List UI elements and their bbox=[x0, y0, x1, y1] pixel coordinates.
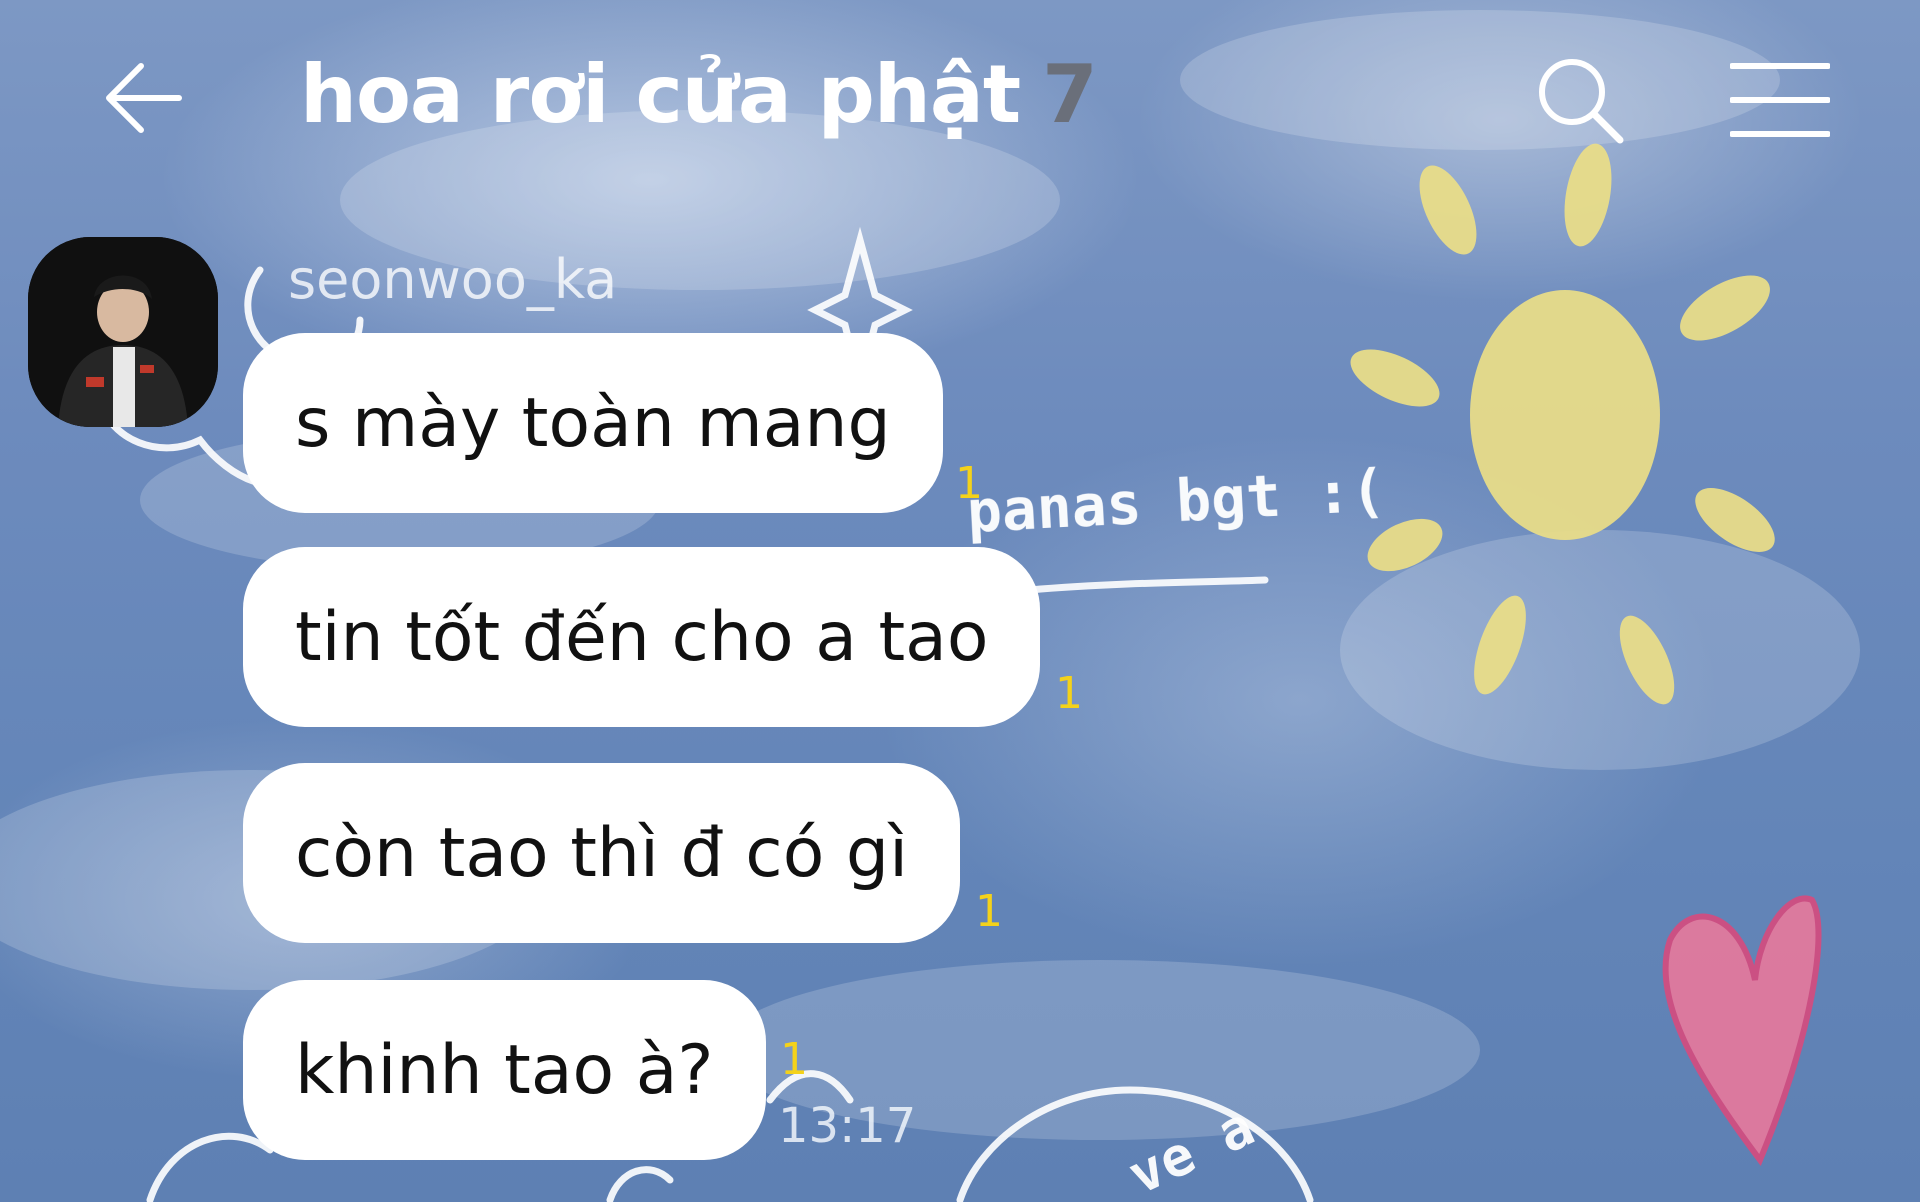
unread-count: 1 bbox=[975, 886, 1003, 937]
hamburger-menu-icon bbox=[1730, 63, 1830, 137]
unread-count: 1 bbox=[1055, 668, 1083, 719]
chat-name: hoa rơi cửa phật bbox=[300, 48, 1021, 141]
message-text: còn tao thì đ có gì bbox=[295, 813, 908, 893]
message-timestamp: 13:17 bbox=[778, 1098, 917, 1154]
message-bubble[interactable]: s mày toàn mang bbox=[243, 333, 943, 513]
message-bubble[interactable]: còn tao thì đ có gì bbox=[243, 763, 960, 943]
message-bubble[interactable]: tin tốt đến cho a tao bbox=[243, 547, 1041, 727]
member-count: 7 bbox=[1042, 48, 1098, 141]
message-bubble[interactable]: khinh tao à? bbox=[243, 980, 766, 1160]
avatar[interactable] bbox=[28, 237, 218, 427]
unread-count: 1 bbox=[955, 458, 983, 509]
sun-doodle bbox=[1350, 143, 1775, 705]
wallpaper-doodle-text-2: ve a bbox=[1119, 1095, 1263, 1202]
chat-title: hoa rơi cửa phật 7 bbox=[300, 48, 1098, 141]
chat-screen: panas bgt :( ve a hoa rơi cửa phật 7 seo… bbox=[0, 0, 1920, 1202]
back-button[interactable] bbox=[95, 50, 191, 146]
message-text: tin tốt đến cho a tao bbox=[295, 597, 989, 677]
avatar-photo bbox=[28, 237, 218, 427]
menu-button[interactable] bbox=[1725, 50, 1835, 150]
arrow-left-icon bbox=[106, 63, 182, 133]
wallpaper-doodle-text: panas bgt :( bbox=[965, 456, 1387, 546]
sender-name: seonwoo_ka bbox=[288, 248, 618, 311]
message-text: khinh tao à? bbox=[295, 1030, 714, 1110]
search-icon bbox=[1539, 59, 1624, 144]
message-text: s mày toàn mang bbox=[295, 383, 891, 463]
search-button[interactable] bbox=[1530, 50, 1630, 150]
unread-count: 1 bbox=[780, 1034, 808, 1085]
heart-doodle bbox=[1662, 895, 1822, 1167]
chat-header: hoa rơi cửa phật 7 bbox=[0, 0, 1920, 200]
